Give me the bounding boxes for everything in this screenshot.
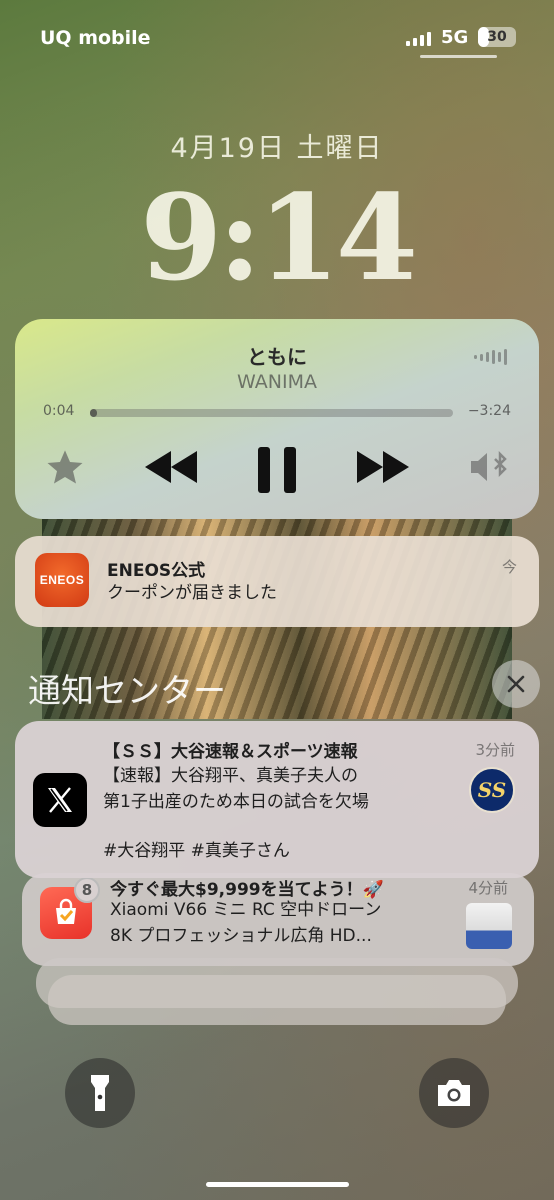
flashlight-icon [91, 1075, 109, 1111]
track-artist: WANIMA [237, 371, 317, 393]
notification-title: 【ＳＳ】大谷速報＆スポーツ速報 [103, 742, 358, 762]
shopping-notification[interactable]: 8 今すぐ最大$9,999を当てよう！🚀 Xiaomi V66 ミニ RC 空中… [22, 873, 534, 966]
battery-level: 30 [487, 29, 507, 45]
x-app-icon [33, 773, 87, 827]
progress-fill [90, 409, 98, 417]
x-notification[interactable]: 【ＳＳ】大谷速報＆スポーツ速報 【速報】大谷翔平、真美子夫人の 第1子出産のため… [15, 721, 539, 878]
notification-title: ENEOS公式 [107, 561, 206, 581]
notification-hashtags: #大谷翔平 #真美子さん [103, 841, 290, 861]
camera-button[interactable] [419, 1058, 489, 1128]
control-center-indicator[interactable] [420, 55, 497, 58]
notification-body: クーポンが届きました [107, 583, 277, 603]
now-playing-widget[interactable]: ともに WANIMA 0:04 −3:24 [15, 319, 539, 519]
time-remaining: −3:24 [467, 403, 511, 419]
star-icon[interactable] [45, 447, 85, 487]
clear-notifications-button[interactable] [492, 660, 540, 708]
flashlight-button[interactable] [65, 1058, 135, 1128]
progress-scrubber[interactable] [90, 409, 453, 417]
time-elapsed: 0:04 [43, 403, 75, 419]
network-type: 5G [441, 27, 469, 48]
battery-icon: 30 [478, 27, 516, 47]
track-title: ともに [247, 345, 307, 369]
home-indicator[interactable] [206, 1182, 349, 1187]
audio-wave-icon[interactable] [474, 349, 507, 365]
notification-body-line1: 【速報】大谷翔平、真美子夫人の [103, 766, 358, 786]
stack-count-badge: 8 [74, 877, 100, 903]
speaker-bluetooth-icon[interactable] [467, 447, 511, 487]
notification-body-line2: 8K プロフェッショナル広角 HD... [110, 926, 372, 946]
notification-body-line1: Xiaomi V66 ミニ RC 空中ドローン [110, 900, 382, 920]
eneos-notification[interactable]: ENEOS ENEOS公式 クーポンが届きました 今 [15, 536, 539, 627]
notification-time: 今 [501, 558, 517, 576]
lock-clock[interactable]: 9:14 [0, 168, 554, 307]
drone-thumbnail [466, 903, 512, 949]
camera-icon [438, 1080, 470, 1106]
eneos-app-icon: ENEOS [35, 553, 89, 607]
notification-center-header: 通知センター [28, 671, 226, 710]
notification-time: 3分前 [475, 741, 515, 759]
notification-time: 4分前 [468, 879, 508, 897]
carrier-name: UQ mobile [40, 27, 151, 49]
lock-date: 4月19日 土曜日 [170, 133, 384, 164]
pause-icon[interactable] [255, 445, 299, 495]
signal-icon [406, 32, 431, 46]
fast-forward-icon[interactable] [355, 447, 411, 487]
ss-avatar: SS [469, 767, 515, 813]
close-icon [507, 675, 525, 693]
status-bar: UQ mobile 5G 30 [0, 0, 554, 70]
notification-body-line2: 第1子出産のため本日の試合を欠場 [103, 792, 369, 812]
rewind-icon[interactable] [143, 447, 199, 487]
eneos-logo-text: ENEOS [39, 573, 85, 587]
